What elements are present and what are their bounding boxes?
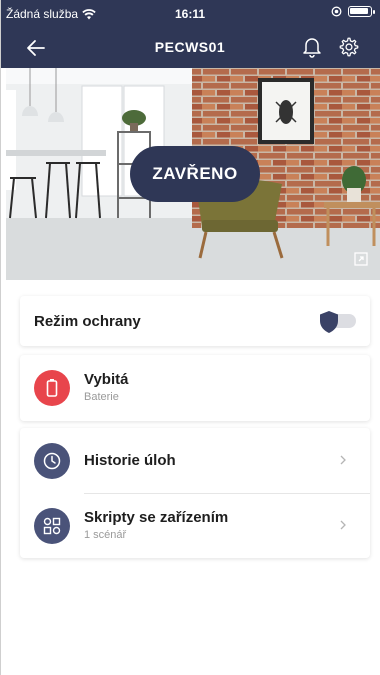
- battery-card[interactable]: Vybitá Baterie: [20, 355, 370, 421]
- guard-mode-label: Režim ochrany: [34, 313, 141, 330]
- status-bar: Žádná služba 16:11: [0, 0, 380, 26]
- history-row[interactable]: Historie úloh: [20, 428, 370, 493]
- chevron-right-icon: [340, 455, 346, 465]
- scripts-row[interactable]: Skripty se zařízením 1 scénář: [20, 493, 370, 558]
- orientation-lock-icon: [331, 6, 342, 17]
- state-badge: ZAVŘENO: [130, 146, 260, 202]
- guard-mode-toggle[interactable]: [316, 310, 360, 333]
- device-photo: ZAVŘENO: [6, 68, 380, 280]
- actions-card: Historie úloh Skripty se zařízením 1 scé…: [20, 428, 370, 558]
- gear-icon[interactable]: [338, 36, 360, 58]
- nav-bar: PECWS01: [0, 26, 380, 68]
- scripts-title: Skripty se zařízením: [84, 509, 229, 526]
- battery-low-icon: [34, 370, 70, 406]
- page-title: PECWS01: [154, 39, 226, 55]
- shield-icon: [320, 311, 338, 333]
- scripts-subtitle: 1 scénář: [84, 529, 127, 541]
- left-edge-rule: [0, 0, 1, 675]
- battery-title: Vybitá: [84, 371, 129, 388]
- battery-subtitle: Baterie: [84, 391, 119, 403]
- status-right: [331, 6, 375, 17]
- battery-icon: [348, 6, 375, 17]
- chevron-right-icon: [340, 520, 346, 530]
- history-title: Historie úloh: [84, 452, 176, 469]
- bell-icon[interactable]: [302, 36, 322, 58]
- status-time: 16:11: [174, 7, 206, 21]
- scripts-icon: [34, 508, 70, 544]
- expand-icon[interactable]: [354, 252, 368, 266]
- clock-history-icon: [34, 443, 70, 479]
- guard-mode-card: Režim ochrany: [20, 296, 370, 346]
